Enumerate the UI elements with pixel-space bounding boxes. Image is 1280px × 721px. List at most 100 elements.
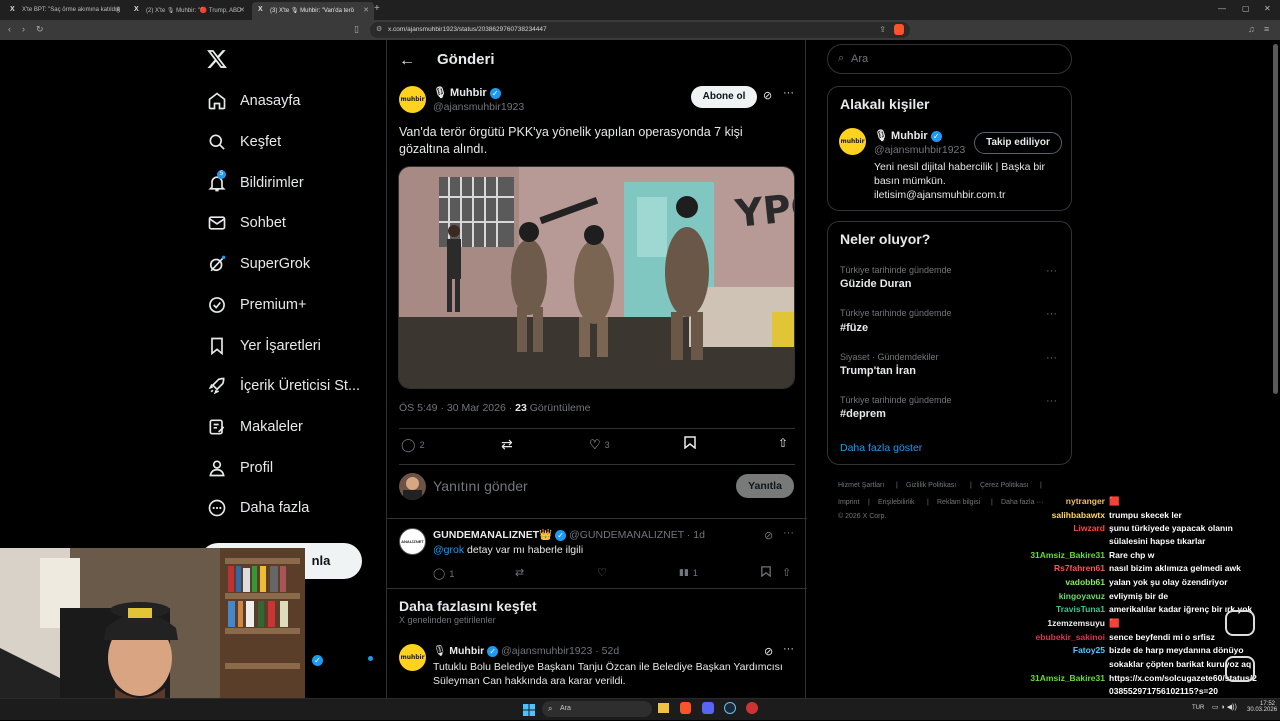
steam-icon[interactable] [724,702,736,714]
browser-tab[interactable]: X X'te BPT: "Saç örme akımına katıldığ ✕ [4,2,126,20]
related-bio: Yeni nesil dijital habercilik | Başka bi… [874,161,1046,201]
author-handle[interactable]: @ajansmuhbir1923 [433,101,524,113]
grok-icon[interactable]: ⊘ [764,645,773,658]
nav-creator-studio[interactable]: İçerik Üreticisi St... [206,371,360,401]
taskbar-search[interactable]: ⌕ Ara [542,701,652,717]
show-more-link[interactable]: Daha fazla göster [840,442,922,454]
obs-icon[interactable] [746,702,758,714]
grok-icon[interactable]: ⊘ [763,89,772,102]
close-tab-icon[interactable]: ✕ [363,6,369,14]
nav-bookmarks[interactable]: Yer İşaretleri [206,331,321,361]
x-logo[interactable] [206,48,228,75]
avatar[interactable]: muhbir [839,128,866,155]
media-icon[interactable]: ♫ [1248,24,1255,34]
verified-badge-icon: ✓ [487,645,499,657]
address-bar[interactable]: ⚙ x.com/ajansmuhbir1923/status/203862976… [370,22,910,38]
related-name[interactable]: 🎙 Muhbir ✓ [874,129,942,142]
avatar[interactable]: muhbir [399,86,426,113]
nav-chat[interactable]: Sohbet [206,208,286,238]
bookmark-action[interactable] [684,436,696,449]
avatar[interactable]: ANALİZNET [399,528,426,555]
chat-message: nytranger 🟥 [1066,496,1120,507]
close-window-icon[interactable]: ✕ [1264,4,1271,13]
language-indicator[interactable]: TUR [1192,705,1204,711]
trend-item[interactable]: Güzide Duran [840,278,912,290]
like-action[interactable]: ♡ 3 [589,437,610,453]
footer-link[interactable]: Çerez Politikası [980,482,1029,489]
footer-link[interactable]: Erişilebilirlik [878,499,915,506]
nav-more[interactable]: Daha fazla [206,493,309,523]
brave-icon[interactable] [680,702,691,714]
x-logo-icon [207,50,227,68]
reload-icon[interactable]: ↻ [36,24,44,35]
heart-icon[interactable]: ♡ [597,566,607,579]
search-box[interactable]: ⌕ Ara [827,44,1072,74]
more-options-icon[interactable]: ··· [783,527,794,539]
clock[interactable]: 17:52 30.03.2026 [1247,701,1277,713]
share-icon[interactable]: ⇪ [879,25,886,34]
trend-item[interactable]: #deprem [840,408,886,420]
share-icon[interactable]: ⇧ [782,566,791,579]
footer-link[interactable]: Daha fazla ··· [1001,499,1043,506]
webcam-overlay [0,548,305,720]
footer-link[interactable]: Reklam bilgisi [937,499,980,506]
browser-tab[interactable]: X (2) X'te 🎙 Muhbir: "🔴 Trump, ABD ✕ [128,2,250,20]
forward-icon[interactable]: › [22,24,25,34]
trends-card: Neler oluyor? Türkiye tarihinde gündemde… [827,221,1072,465]
post-text: Van'da terör örgütü PKK'ya yönelik yapıl… [399,125,743,156]
scrollbar[interactable] [1273,44,1278,394]
more-options-icon[interactable]: ··· [783,643,794,655]
subscribe-button[interactable]: Abone ol [691,86,757,108]
footer-link[interactable]: Imprint [838,499,859,506]
close-tab-icon[interactable]: ✕ [239,6,245,14]
nav-explore[interactable]: Keşfet [206,127,281,157]
more-options-icon[interactable]: ··· [1046,265,1057,277]
footer-link[interactable]: Gizlilik Politikası [906,482,956,489]
share-icon[interactable]: ⇧ [778,436,788,450]
nav-premium[interactable]: Premium+ [206,290,306,320]
more-options-icon[interactable]: ··· [1046,308,1057,320]
footer-link[interactable]: Hizmet Şartları [838,482,884,489]
avatar[interactable]: muhbir [399,644,426,671]
discord-icon[interactable] [702,702,714,714]
verified-badge-icon: ✓ [489,87,501,99]
post-image[interactable]: YPG [398,166,795,389]
nav-home[interactable]: Anasayfa [206,86,300,116]
nav-profile[interactable]: Profil [206,453,273,483]
minimize-icon[interactable]: — [1218,4,1226,13]
trend-item[interactable]: Trump'tan İran [840,365,916,377]
author-name[interactable]: 🎙 Muhbir ✓ [433,86,501,99]
search-icon [206,131,228,153]
reply-action[interactable]: ◯ 2 [401,437,425,453]
reply-button[interactable]: Yanıtla [736,474,794,498]
more-options-icon[interactable]: ··· [783,87,794,99]
back-icon[interactable]: ‹ [8,24,11,34]
windows-start-icon[interactable] [523,703,535,716]
grok-icon[interactable]: ⊘ [764,529,773,542]
new-tab-button[interactable]: + [374,3,380,14]
folder-icon[interactable] [658,703,669,713]
back-arrow-icon[interactable]: ← [399,52,415,70]
repost-icon[interactable]: ⇄ [501,436,513,453]
views-action[interactable]: ▮▮ 1 [679,567,698,578]
related-handle[interactable]: @ajansmuhbir1923 [874,144,965,156]
tray-icons[interactable]: ▭ ◑ ◀)) [1212,703,1237,711]
bookmark-page-icon[interactable]: ▯ [354,24,359,35]
more-options-icon[interactable]: ··· [1046,352,1057,364]
bookmark-icon[interactable] [761,566,771,577]
nav-supergrok[interactable]: SuperGrok [206,249,310,279]
site-info-icon[interactable]: ⚙ [376,25,382,33]
browser-tab-active[interactable]: X (3) X'te 🎙 Muhbir: "Van'da terö ✕ [252,2,374,20]
maximize-icon[interactable]: ▢ [1242,4,1250,13]
following-button[interactable]: Takip ediliyor [974,132,1062,154]
mail-icon [206,212,228,234]
reply-input[interactable]: Yanıtını gönder [433,478,528,494]
repost-icon[interactable]: ⇄ [515,566,524,579]
reply-action[interactable]: ◯ 1 [433,567,454,580]
nav-articles[interactable]: Makaleler [206,412,303,442]
trend-item[interactable]: #füze [840,322,868,334]
brave-shield-icon[interactable] [894,24,904,35]
more-options-icon[interactable]: ··· [1046,395,1057,407]
close-tab-icon[interactable]: ✕ [115,6,121,14]
menu-icon[interactable]: ≡ [1264,24,1269,34]
